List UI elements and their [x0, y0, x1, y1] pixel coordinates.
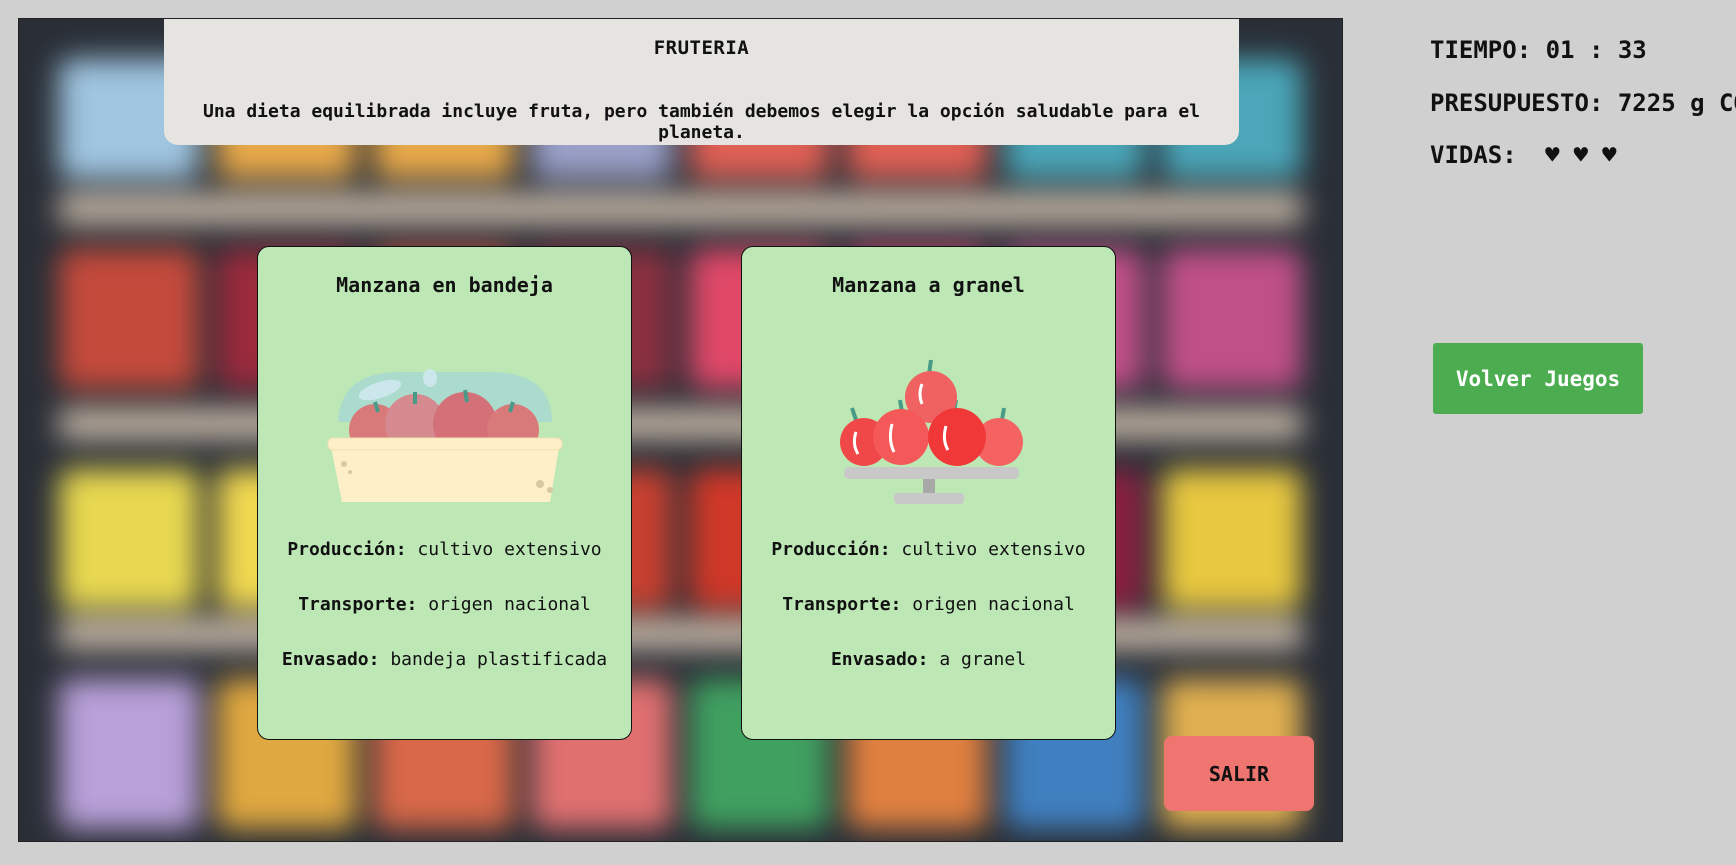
apples-on-scale-icon [839, 359, 1023, 504]
question-panel: FRUTERIA Una dieta equilibrada incluye f… [164, 19, 1239, 145]
apples-in-plastic-tray-icon [327, 369, 562, 502]
option-card-manzana-granel[interactable]: Manzana a granel Producción: cultivo ext… [741, 246, 1116, 740]
transporte-attribute: Transporte: origen nacional [782, 594, 1075, 615]
game-area: FRUTERIA Una dieta equilibrada incluye f… [18, 18, 1343, 842]
volver-juegos-button[interactable]: Volver Juegos [1433, 343, 1643, 414]
vidas-stat: VIDAS: ♥ ♥ ♥ [1430, 141, 1617, 169]
presupuesto-stat: PRESUPUESTO: 7225 g CO2 [1430, 89, 1736, 117]
tiempo-stat: TIEMPO: 01 : 33 [1430, 36, 1647, 64]
heart-icon: ♥ [1573, 141, 1589, 169]
option-title: Manzana a granel [832, 273, 1025, 297]
option-card-manzana-bandeja[interactable]: Manzana en bandeja Producción: cultivo e… [257, 246, 632, 740]
vidas-label: VIDAS: [1430, 141, 1517, 169]
produccion-attribute: Producción: cultivo extensivo [287, 539, 602, 560]
option-title: Manzana en bandeja [336, 273, 553, 297]
presupuesto-value: 7225 g CO2 [1617, 89, 1736, 117]
envasado-attribute: Envasado: a granel [830, 649, 1027, 670]
produccion-attribute: Producción: cultivo extensivo [771, 539, 1086, 560]
transporte-attribute: Transporte: origen nacional [298, 594, 591, 615]
envasado-attribute: Envasado: bandeja plastificada [281, 649, 608, 670]
tiempo-value: 01 : 33 [1545, 36, 1647, 64]
lives-hearts: ♥ ♥ ♥ [1531, 141, 1616, 169]
tiempo-label: TIEMPO: [1430, 36, 1532, 64]
heart-icon: ♥ [1545, 141, 1560, 169]
salir-button[interactable]: SALIR [1164, 736, 1314, 811]
question-text: Una dieta equilibrada incluye fruta, per… [203, 101, 1200, 143]
presupuesto-label: PRESUPUESTO: [1430, 89, 1604, 117]
heart-icon: ♥ [1602, 141, 1617, 169]
section-title: FRUTERIA [653, 37, 750, 59]
